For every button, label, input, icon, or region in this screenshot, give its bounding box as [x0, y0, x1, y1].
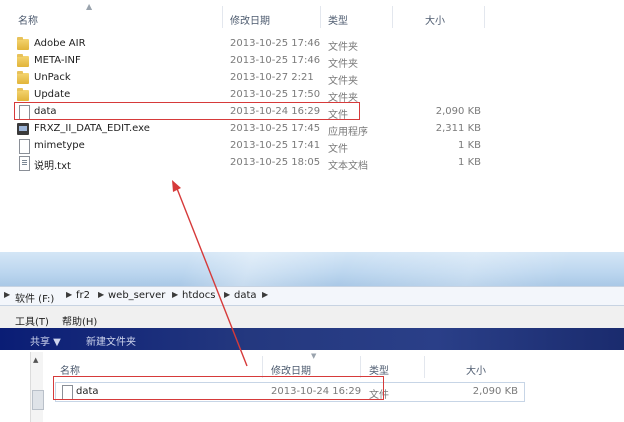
highlight-box-top [14, 102, 360, 120]
command-bar: 共享 ▼ 新建文件夹 [0, 328, 624, 350]
file-size: 1 KB [458, 157, 481, 168]
column-separator[interactable] [424, 356, 425, 378]
scroll-thumb[interactable] [32, 390, 44, 410]
text-file-icon [19, 156, 30, 171]
column-header-bar: ▲ 名称 修改日期 类型 大小 [0, 0, 624, 28]
chevron-right-icon[interactable]: ▶ [4, 290, 10, 299]
folder-icon [17, 71, 29, 84]
file-size: 2,311 KB [435, 123, 481, 134]
menu-help[interactable]: 帮助(H) [62, 313, 97, 328]
exe-icon [17, 123, 29, 135]
column-separator[interactable] [320, 6, 321, 28]
file-icon [19, 139, 30, 154]
new-folder-button[interactable]: 新建文件夹 [86, 333, 136, 348]
file-name: META-INF [34, 55, 81, 66]
file-row-unpack[interactable]: UnPack 2013-10-27 2:21 文件夹 [0, 70, 624, 87]
menu-bar: 工具(T) 帮助(H) [0, 306, 624, 328]
menu-tools[interactable]: 工具(T) [15, 313, 49, 328]
breadcrumb-drive[interactable]: 软件 (F:) [15, 290, 54, 305]
file-type: 文件夹 [328, 76, 358, 87]
file-type: 文件夹 [328, 42, 358, 53]
chevron-right-icon[interactable]: ▶ [262, 290, 268, 299]
column-header-size[interactable]: 大小 [425, 12, 445, 27]
file-row-adobe-air[interactable]: Adobe AIR 2013-10-25 17:46 文件夹 [0, 36, 624, 53]
column-separator[interactable] [222, 6, 223, 28]
breadcrumb-data[interactable]: data [234, 290, 257, 301]
file-date: 2013-10-25 17:41 [230, 140, 321, 151]
file-type: 应用程序 [328, 127, 368, 138]
chevron-right-icon[interactable]: ▶ [98, 290, 104, 299]
file-name: mimetype [34, 140, 85, 151]
file-name: Update [34, 89, 71, 100]
chevron-right-icon[interactable]: ▶ [224, 290, 230, 299]
file-date: 2013-10-25 17:46 [230, 55, 321, 66]
file-size: 2,090 KB [435, 106, 481, 117]
breadcrumb-web-server[interactable]: web_server [108, 290, 165, 301]
breadcrumb-fr2[interactable]: fr2 [76, 290, 90, 301]
file-row-meta-inf[interactable]: META-INF 2013-10-25 17:46 文件夹 [0, 53, 624, 70]
file-name: 说明.txt [34, 161, 71, 172]
folder-icon [17, 54, 29, 67]
column-header-type[interactable]: 类型 [328, 12, 348, 27]
column-separator[interactable] [484, 6, 485, 28]
column-header-name[interactable]: 名称 [18, 12, 38, 27]
file-date: 2013-10-25 17:45 [230, 123, 321, 134]
share-button[interactable]: 共享 ▼ [30, 333, 61, 348]
column-header-date[interactable]: 修改日期 [230, 12, 270, 27]
sort-ascending-icon: ▲ [86, 2, 93, 11]
breadcrumb-htdocs[interactable]: htdocs [182, 290, 215, 301]
chevron-right-icon[interactable]: ▶ [66, 290, 72, 299]
scroll-up-icon[interactable]: ▲ [33, 356, 38, 364]
file-date: 2013-10-25 17:46 [230, 38, 321, 49]
file-row-readme-txt[interactable]: 说明.txt 2013-10-25 18:05 文本文档 1 KB [0, 155, 624, 172]
file-name: Adobe AIR [34, 38, 86, 49]
column-header-size[interactable]: 大小 [466, 362, 486, 377]
column-separator[interactable] [392, 6, 393, 28]
column-separator[interactable] [360, 356, 361, 378]
file-row-mimetype[interactable]: mimetype 2013-10-25 17:41 文件 1 KB [0, 138, 624, 155]
file-date: 2013-10-25 17:50 [230, 89, 321, 100]
file-size: 2,090 KB [472, 386, 518, 397]
file-date: 2013-10-27 2:21 [230, 72, 314, 83]
file-row-exe[interactable]: FRXZ_II_DATA_EDIT.exe 2013-10-25 17:45 应… [0, 121, 624, 138]
window-title-band [0, 252, 624, 286]
column-header-type[interactable]: 类型 [369, 362, 389, 377]
top-file-list-pane: ▲ 名称 修改日期 类型 大小 Adobe AIR 2013-10-25 17:… [0, 0, 624, 252]
highlight-box-bottom [53, 376, 384, 400]
file-type: 文本文档 [328, 161, 368, 172]
column-separator[interactable] [262, 356, 263, 378]
file-date: 2013-10-25 18:05 [230, 157, 321, 168]
column-header-date[interactable]: 修改日期 [271, 362, 311, 377]
file-size: 1 KB [458, 140, 481, 151]
chevron-right-icon[interactable]: ▶ [172, 290, 178, 299]
sort-indicator-icon: ▼ [311, 352, 317, 360]
address-bar[interactable]: ▶ 软件 (F:) ▶ fr2 ▶ web_server ▶ htdocs ▶ … [0, 286, 624, 306]
file-name: UnPack [34, 72, 71, 83]
file-name: FRXZ_II_DATA_EDIT.exe [34, 123, 150, 134]
column-header-name[interactable]: 名称 [60, 362, 80, 377]
vertical-scrollbar[interactable]: ▲ [30, 352, 44, 422]
folder-icon [17, 88, 29, 101]
folder-icon [17, 37, 29, 50]
file-type: 文件夹 [328, 59, 358, 70]
file-type: 文件 [328, 144, 348, 155]
